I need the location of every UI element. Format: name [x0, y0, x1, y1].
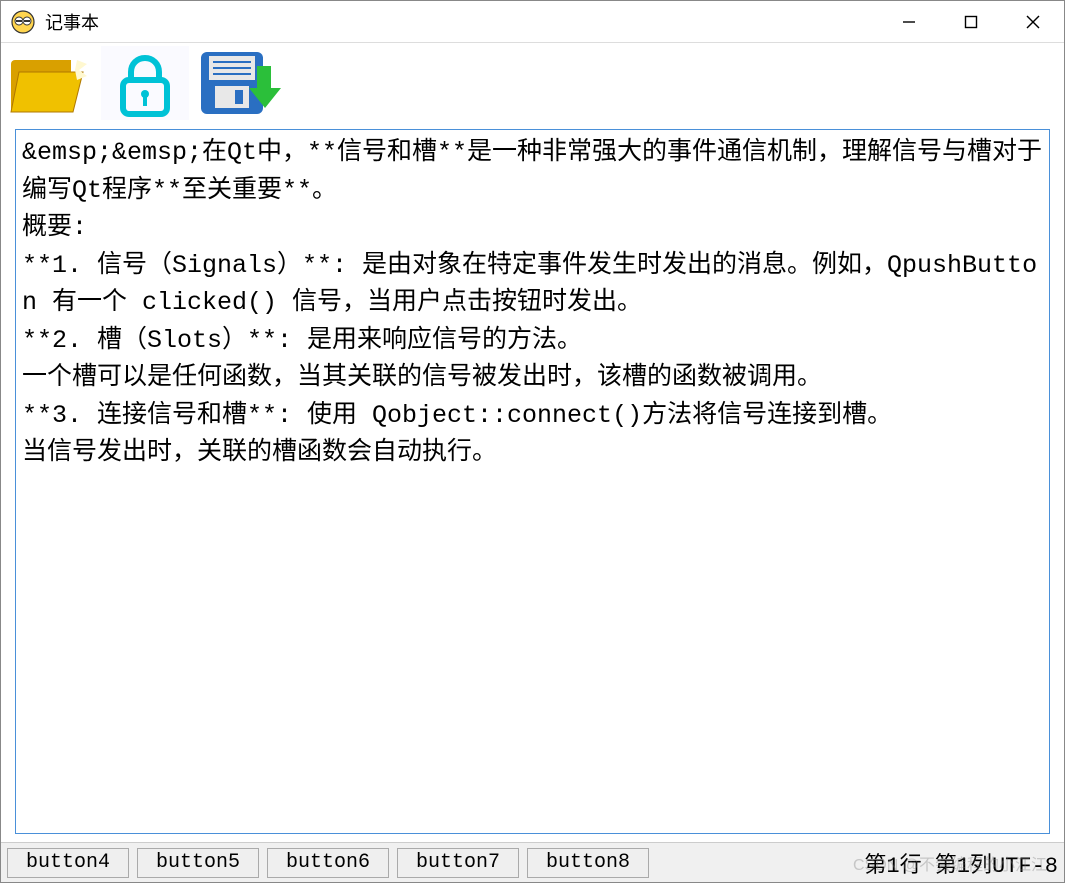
status-button-8[interactable]: button8 — [527, 848, 649, 878]
status-button-7[interactable]: button7 — [397, 848, 519, 878]
open-button[interactable] — [5, 46, 97, 124]
titlebar[interactable]: 记事本 — [1, 1, 1064, 43]
app-icon — [11, 10, 35, 34]
status-button-6[interactable]: button6 — [267, 848, 389, 878]
status-button-5[interactable]: button5 — [137, 848, 259, 878]
lock-icon — [101, 46, 189, 125]
cursor-position: 第1行 第1列UTF-8 — [864, 847, 1058, 879]
open-folder-icon — [7, 46, 95, 125]
window-title: 记事本 — [45, 9, 878, 35]
text-editor[interactable]: &emsp;&emsp;在Qt中，**信号和槽**是一种非常强大的事件通信机制，… — [15, 129, 1050, 834]
status-buttons: button4 button5 button6 button7 button8 — [7, 848, 649, 878]
close-button[interactable] — [1002, 1, 1064, 42]
maximize-button[interactable] — [940, 1, 1002, 42]
lock-button[interactable] — [99, 46, 191, 124]
save-button[interactable] — [193, 46, 285, 124]
status-button-4[interactable]: button4 — [7, 848, 129, 878]
window-controls — [878, 1, 1064, 42]
app-window: 记事本 — [0, 0, 1065, 883]
minimize-button[interactable] — [878, 1, 940, 42]
toolbar — [1, 43, 1064, 127]
save-download-icon — [195, 46, 283, 125]
statusbar: button4 button5 button6 button7 button8 … — [1, 842, 1064, 882]
